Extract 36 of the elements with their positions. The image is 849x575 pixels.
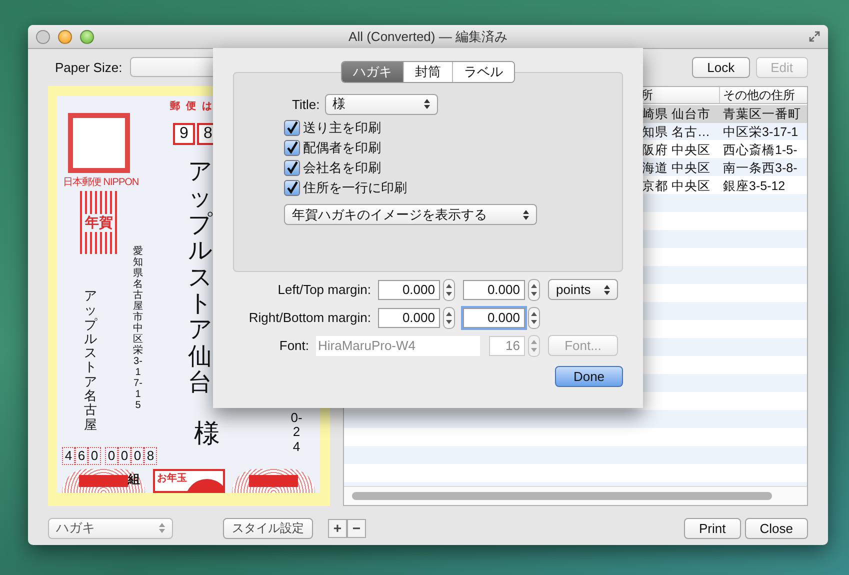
postcard-header: 郵便は [170, 100, 218, 113]
sender-zip-digit: 4 [62, 447, 75, 465]
table-cell-text: 西心斎橋1-5- [722, 142, 798, 158]
table-cell-text: 京都 中央区 [641, 178, 712, 194]
recipient-address: 0-24 [290, 411, 303, 454]
table-cell-text: 海道 中央区 [641, 160, 712, 176]
recipient-title: 様 [194, 419, 220, 448]
checkbox-label: 会社名を印刷 [303, 159, 381, 177]
sender-address: 愛知県名古屋市中区栄3-17-15 [133, 246, 143, 411]
table-cell-text: 知県 名古… [641, 124, 711, 140]
lottery-box: お年玉 [153, 469, 225, 493]
sender-zip-digit: 8 [144, 447, 157, 465]
sender-name: アップルストア名古屋 [84, 289, 97, 432]
checkbox-label: 送り主を印刷 [303, 119, 381, 137]
sender-zip-digit: 6 [75, 447, 88, 465]
margin-label: Right/Bottom margin: [248, 310, 372, 325]
margin-label: Left/Top margin: [276, 282, 372, 297]
table-cell-text: 中区栄3-17-1 [722, 124, 800, 140]
sender-zip-digit: 0 [131, 447, 144, 465]
table-cell-text: 青葉区一番町 [722, 106, 802, 122]
zip-digit: 9 [173, 123, 195, 145]
paper-size-label: Paper Size: [54, 60, 122, 74]
sender-zip-digit: 0 [88, 447, 101, 465]
recipient-name: アップルストア仙台 [188, 159, 212, 397]
sender-zip-digit: 0 [118, 447, 131, 465]
table-cell-text: 銀座3-5-12 [722, 178, 786, 194]
checkbox-label: 配偶者を印刷 [303, 139, 381, 157]
title-label: Title: [292, 96, 320, 112]
font-label: Font: [278, 338, 310, 353]
table-cell-text: 南一条西3-8- [722, 160, 798, 176]
checkbox-label: 住所を一行に印刷 [303, 179, 407, 197]
window-title: All (Converted) — 編集済み [348, 28, 508, 46]
stamp-caption: 日本郵便 NIPPON [63, 176, 139, 189]
sender-zip-digit: 0 [105, 447, 118, 465]
group-label: 組 [128, 471, 140, 488]
nenga-mark: 年賀 [80, 191, 118, 254]
